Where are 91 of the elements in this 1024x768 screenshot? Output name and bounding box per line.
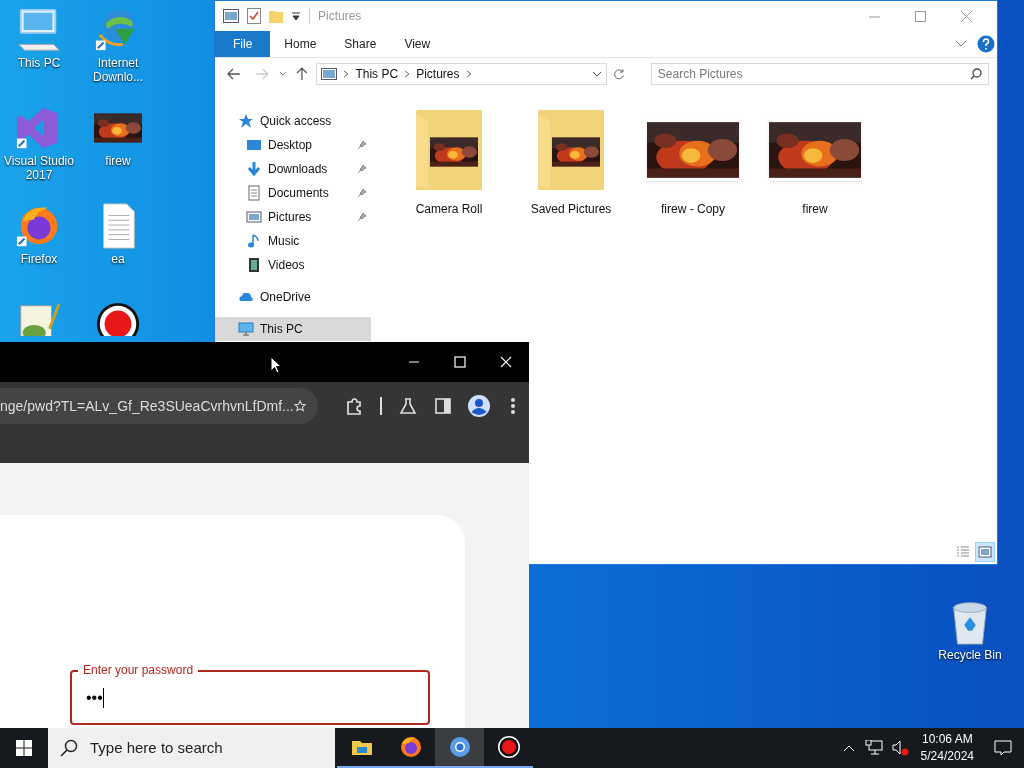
- expand-ribbon-icon[interactable]: [955, 40, 967, 48]
- file-name: firew: [802, 201, 828, 218]
- nav-item[interactable]: Pictures: [215, 205, 371, 229]
- field-label: Enter your password: [78, 662, 199, 678]
- help-icon[interactable]: [977, 35, 995, 53]
- menu-icon[interactable]: [510, 397, 516, 415]
- icon-label: Firefox: [20, 252, 58, 266]
- icon-label: firew: [105, 154, 131, 168]
- search-icon[interactable]: [970, 68, 982, 80]
- computer-icon: [15, 6, 63, 54]
- chevron-icon: [404, 70, 411, 78]
- record-icon: [94, 300, 142, 336]
- nav-item[interactable]: Quick access: [215, 109, 371, 133]
- dropdown-icon[interactable]: [291, 11, 301, 21]
- ribbon-tab[interactable]: View: [390, 31, 445, 57]
- chevron-icon: [465, 70, 472, 78]
- properties-icon[interactable]: [247, 8, 261, 24]
- icon-label: Internet Downlo...: [92, 56, 144, 84]
- file-item[interactable]: Saved Pictures: [521, 108, 621, 218]
- nav-label: Pictures: [268, 209, 313, 226]
- download-icon: [246, 161, 262, 177]
- nav-label: Videos: [268, 257, 306, 274]
- breadcrumb-item[interactable]: This PC: [355, 65, 399, 83]
- pc-icon: [238, 321, 254, 337]
- icon-label: Visual Studio 2017: [4, 154, 74, 182]
- desktop-icon[interactable]: Recycle Bin: [935, 598, 1005, 662]
- file-name: Camera Roll: [415, 201, 483, 218]
- flask-icon[interactable]: [399, 397, 417, 415]
- clock[interactable]: 10:06 AM 5/24/2024: [912, 731, 982, 765]
- browser-icon: [398, 735, 423, 759]
- nav-label: OneDrive: [260, 289, 312, 306]
- file-name: Saved Pictures: [530, 201, 612, 218]
- nav-label: Downloads: [268, 161, 329, 178]
- nav-item[interactable]: Documents: [215, 181, 371, 205]
- record-icon: [496, 735, 521, 759]
- music-icon: [246, 233, 262, 249]
- nav-label: This PC: [260, 321, 304, 338]
- refresh-icon[interactable]: [613, 68, 625, 80]
- file-name: firew - Copy: [661, 201, 725, 218]
- nav-item[interactable]: Videos: [215, 253, 371, 277]
- dropdown-icon[interactable]: [592, 71, 603, 77]
- text-cursor-icon: [102, 687, 104, 708]
- search-icon: [60, 739, 78, 757]
- file-item[interactable]: firew - Copy: [643, 108, 743, 218]
- avatar-icon[interactable]: [468, 395, 490, 417]
- speaker-muted-icon[interactable]: [890, 740, 909, 756]
- extensions-icon[interactable]: [344, 396, 364, 416]
- url-text: nge/pwd?TL=ALv_Gf_Re3SUeaCvrhvnLfDmf...: [0, 396, 294, 416]
- search-field[interactable]: Search Pictures: [650, 63, 989, 85]
- taskbar-app-button[interactable]: [435, 728, 484, 768]
- videos-icon: [246, 257, 262, 273]
- nav-label: Quick access: [260, 113, 333, 130]
- pictures-icon: [321, 68, 338, 80]
- star-icon: [238, 113, 254, 129]
- ribbon-tab[interactable]: Home: [270, 31, 331, 57]
- nav-item[interactable]: This PC: [215, 317, 371, 341]
- documents-icon: [246, 185, 262, 201]
- ribbon-tab[interactable]: Share: [330, 31, 391, 57]
- pictures-icon[interactable]: [223, 9, 239, 23]
- chevron-up-icon[interactable]: [842, 744, 855, 752]
- nav-item[interactable]: OneDrive: [215, 285, 371, 309]
- icon-label: Recycle Bin: [938, 648, 1002, 662]
- file-item[interactable]: firew: [765, 108, 865, 218]
- address-bar[interactable]: This PC Pictures: [316, 63, 608, 85]
- nav-item[interactable]: Desktop: [215, 133, 371, 157]
- window-title: Pictures: [318, 8, 362, 25]
- ribbon-tab[interactable]: File: [215, 31, 271, 57]
- nav-label: Music: [268, 233, 301, 250]
- address-bar[interactable]: nge/pwd?TL=ALv_Gf_Re3SUeaCvrhvnLfDmf...: [0, 388, 318, 424]
- back-arrow-icon[interactable]: [227, 68, 241, 80]
- nav-label: Desktop: [268, 137, 314, 154]
- file-item[interactable]: Camera Roll: [399, 108, 499, 218]
- recent-dropdown-icon[interactable]: [278, 71, 287, 77]
- pictures-icon: [246, 209, 262, 225]
- up-arrow-icon[interactable]: [295, 67, 308, 81]
- search-field[interactable]: Type here to search: [48, 728, 335, 768]
- nav-item[interactable]: Music: [215, 229, 371, 253]
- chevron-icon: [343, 70, 350, 78]
- bookmark-star-icon[interactable]: [293, 397, 306, 415]
- network-icon[interactable]: [864, 740, 883, 756]
- icon-label: ea: [111, 252, 125, 266]
- side-panel-icon[interactable]: [435, 398, 451, 414]
- nav-item[interactable]: Downloads: [215, 157, 371, 181]
- desktop-icon: [246, 137, 262, 153]
- password-value: •••: [86, 687, 103, 708]
- browser-icon: [447, 735, 472, 759]
- mouse-pointer-icon: [270, 356, 282, 374]
- notification-icon[interactable]: [994, 740, 1012, 756]
- icon-label: This PC: [17, 56, 61, 70]
- breadcrumb-item[interactable]: Pictures: [416, 65, 460, 83]
- nav-label: Documents: [268, 185, 330, 202]
